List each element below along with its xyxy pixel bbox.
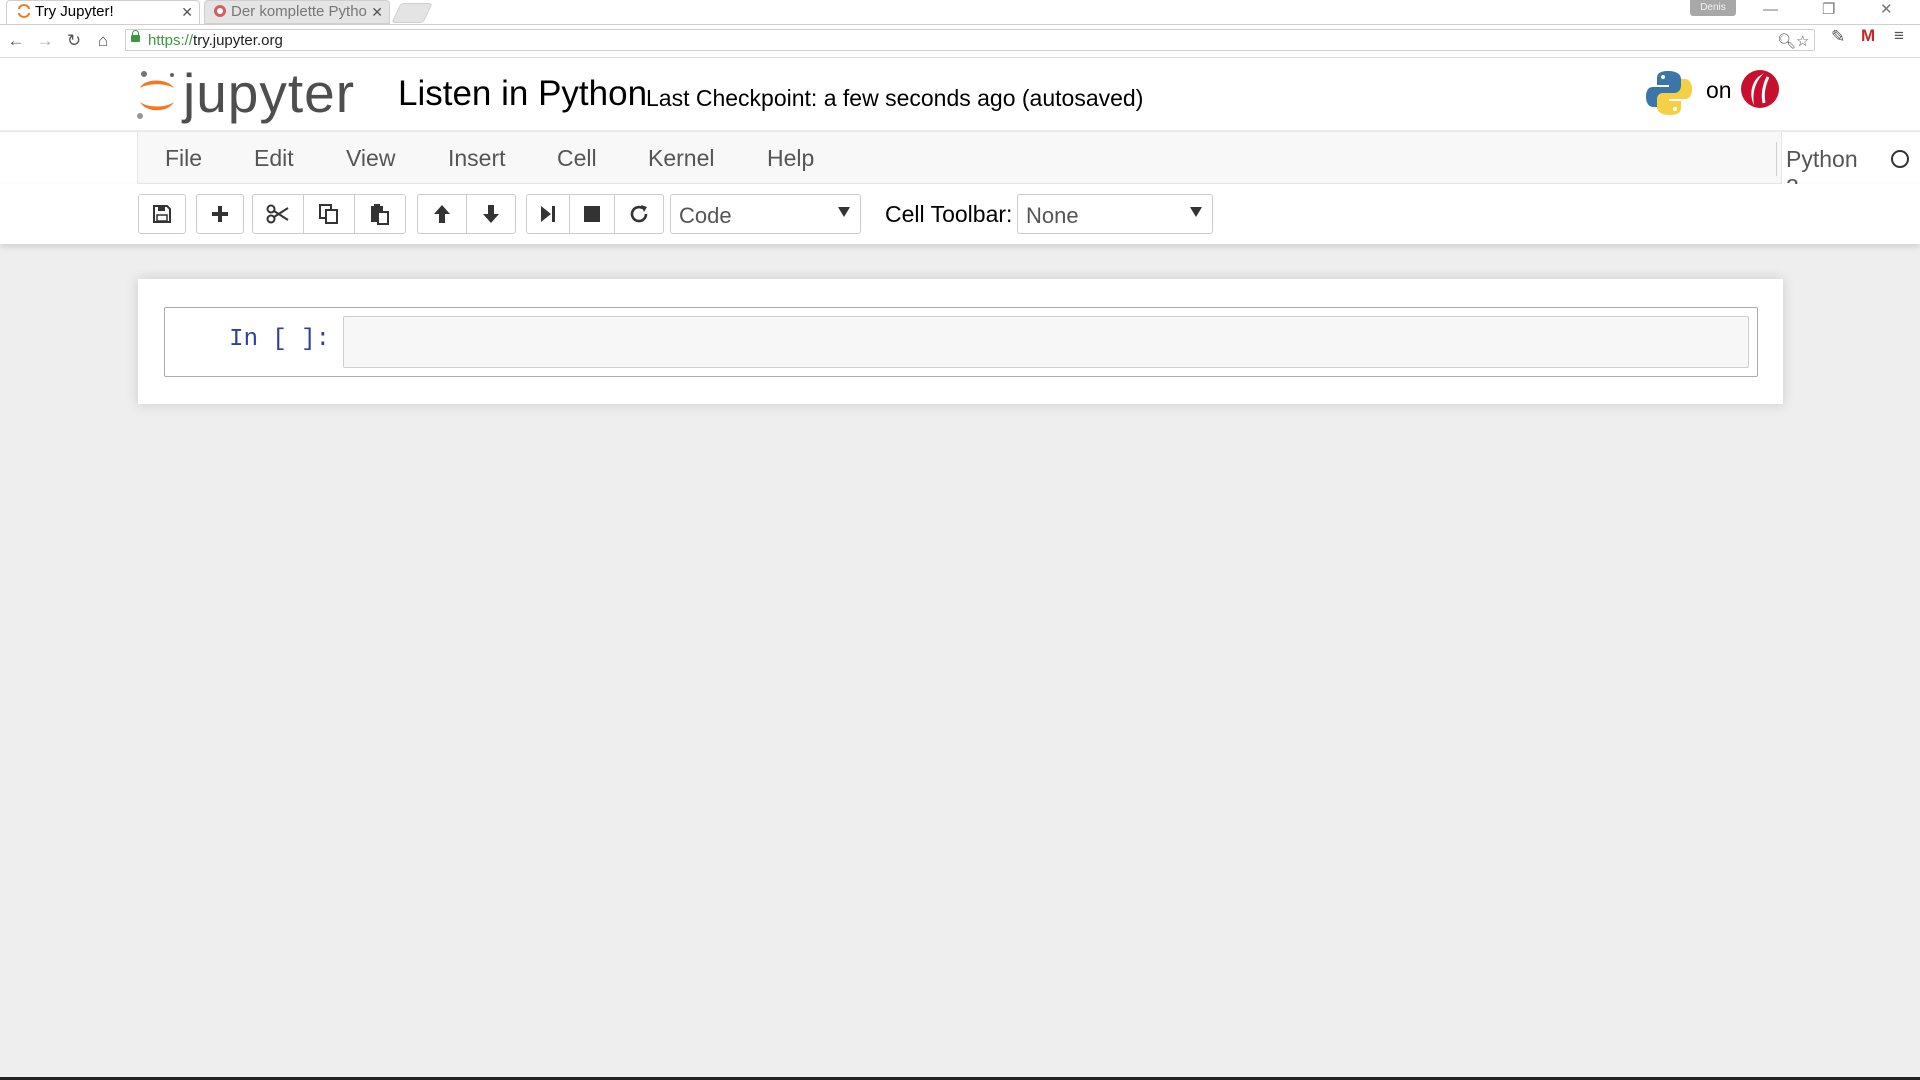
code-cell[interactable]: In [ ]: [164,307,1758,377]
run-cell-button[interactable] [526,194,570,234]
gmail-icon[interactable]: M [1861,26,1875,46]
user-badge[interactable]: Denis [1690,0,1736,16]
cut-button[interactable] [252,194,304,234]
menu-icon[interactable]: ≡ [1894,26,1904,46]
tab-der-komplette-python[interactable]: Der komplette Pytho ✕ [204,0,390,24]
minimize-icon[interactable]: — [1763,0,1778,20]
copy-button[interactable] [303,194,355,234]
window-close-icon[interactable]: ✕ [1880,0,1893,20]
kernel-separator [1776,142,1777,176]
move-cell-down-button[interactable] [466,194,516,234]
cell-toolbar-select[interactable]: None [1017,194,1213,234]
menu-file[interactable]: File [165,144,202,172]
refresh-icon [630,205,648,223]
url-text: https://try.jupyter.org [148,32,283,49]
jupyter-wordmark: jupyter [183,62,356,124]
step-forward-icon [541,206,555,222]
jupyter-logo-icon [137,71,174,119]
bookmark-star-icon[interactable]: ☆ [1796,32,1809,50]
forward-arrow-icon[interactable]: → [34,30,56,52]
paste-icon [371,204,389,225]
arrow-down-icon [483,205,499,223]
restore-icon[interactable]: ❐ [1822,0,1835,20]
code-input-area[interactable] [343,316,1749,368]
browser-tabstrip: Try Jupyter! ✕ Der komplette Pytho ✕ Den… [0,0,1920,25]
site-favicon [214,5,226,17]
notebook-toolbar: Code Cell Toolbar: None [0,184,1920,244]
menubar: File Edit View Insert Cell Kernel Help P… [0,131,1920,200]
back-arrow-icon[interactable]: ← [5,30,27,52]
menubar-container: File Edit View Insert Cell Kernel Help P… [137,132,1909,200]
save-icon [153,205,171,223]
close-icon[interactable]: ✕ [371,1,383,23]
cell-type-value: Code [679,203,732,228]
menu-cell[interactable]: Cell [557,144,597,172]
restart-kernel-button[interactable] [614,194,664,234]
menu-edit[interactable]: Edit [254,144,294,172]
python-logo-icon [1646,71,1692,115]
zoom-icon[interactable]: 🔍︎ [1777,32,1796,50]
tab-try-jupyter[interactable]: Try Jupyter! ✕ [6,0,200,24]
insert-cell-button[interactable] [196,194,244,234]
tab-title: Der komplette Pytho [231,3,367,20]
lock-icon [131,30,140,42]
menu-help[interactable]: Help [767,144,814,172]
jupyter-favicon [18,4,30,18]
copy-icon [319,204,338,224]
caret-down-icon [838,207,850,217]
notebook-title[interactable]: Listen in Python [398,74,647,114]
cell-toolbar-value: None [1026,203,1079,228]
browser-toolbar: ← → ↻ ⌂ https://try.jupyter.org 🔍︎ ☆ ✎ M… [0,25,1920,58]
address-bar[interactable]: https://try.jupyter.org 🔍︎ ☆ [125,29,1815,51]
extension-icon[interactable]: ✎ [1831,27,1845,47]
plus-icon [212,206,228,222]
stop-icon [584,206,600,222]
close-icon[interactable]: ✕ [181,1,193,23]
scissors-icon [266,204,289,224]
on-label: on [1706,77,1732,103]
paste-button[interactable] [354,194,406,234]
new-tab-button[interactable] [391,3,433,23]
tab-title: Try Jupyter! [35,3,114,20]
caret-down-icon [1190,207,1202,217]
rackspace-logo-icon [1741,70,1779,108]
home-icon[interactable]: ⌂ [92,30,114,52]
reload-icon[interactable]: ↻ [63,30,85,52]
cell-type-select[interactable]: Code [670,194,861,234]
menu-view[interactable]: View [346,144,395,172]
input-prompt: In [ ]: [229,326,330,353]
arrow-up-icon [434,205,450,223]
menu-insert[interactable]: Insert [448,144,506,172]
jupyter-logo[interactable]: jupyter [136,64,376,124]
checkpoint-status: Last Checkpoint: a few seconds ago (auto… [646,85,1144,111]
move-cell-up-button[interactable] [417,194,467,234]
notebook-header: jupyter Listen in Python Last Checkpoint… [0,58,1920,130]
save-button[interactable] [138,194,186,234]
menu-kernel[interactable]: Kernel [648,144,714,172]
kernel-idle-indicator-icon [1891,150,1909,168]
notebook-container: In [ ]: [138,279,1783,404]
cell-toolbar-label: Cell Toolbar: [885,201,1013,227]
interrupt-kernel-button[interactable] [569,194,615,234]
